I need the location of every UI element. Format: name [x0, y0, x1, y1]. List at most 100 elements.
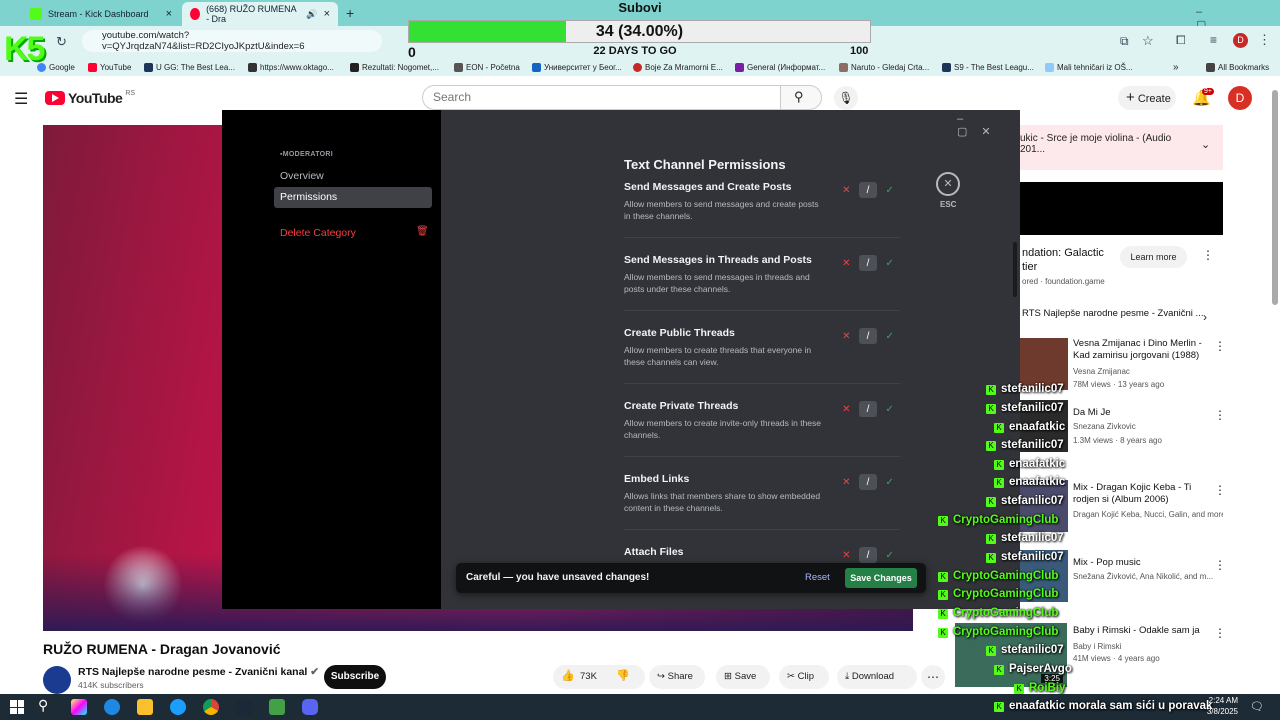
save-button[interactable]: ⊞ Save [716, 665, 770, 689]
deny-icon[interactable]: ✕ [837, 182, 856, 198]
ad-menu-icon[interactable]: ⋮ [1202, 248, 1214, 262]
new-tab-button[interactable]: + [346, 5, 354, 21]
file-explorer-icon[interactable] [137, 699, 153, 715]
bookmark-youtube[interactable]: YouTube [88, 62, 131, 72]
deny-icon[interactable]: ✕ [837, 401, 856, 417]
deny-icon[interactable]: ✕ [837, 255, 856, 271]
permission-toggle[interactable]: ✕ / ✓ [837, 328, 899, 344]
allow-icon[interactable]: ✓ [880, 474, 899, 490]
modal-scrollbar[interactable] [1013, 242, 1017, 297]
neutral-icon[interactable]: / [858, 401, 878, 417]
chrome-icon[interactable] [203, 699, 219, 715]
permission-toggle[interactable]: ✕ / ✓ [837, 547, 899, 563]
bookmark-eon[interactable]: EON - Početna [454, 62, 520, 72]
save-changes-button[interactable]: Save Changes [845, 568, 917, 588]
neutral-icon[interactable]: / [858, 255, 878, 271]
chevron-right-icon[interactable]: › [1203, 310, 1207, 324]
bookmark-oktagon[interactable]: https://www.oktago... [248, 62, 334, 72]
allow-icon[interactable]: ✓ [880, 182, 899, 198]
delete-category-button[interactable]: Delete Category [274, 223, 432, 244]
channel-name[interactable]: RTS Najlepše narodne pesme - Zvanični ka… [78, 666, 319, 678]
permission-toggle[interactable]: ✕ / ✓ [837, 255, 899, 271]
bookmark-boje[interactable]: Boje Za Mramorni E... [633, 62, 723, 72]
reco-title[interactable]: Da Mi Je [1073, 407, 1213, 418]
reset-button[interactable]: Reset [805, 572, 830, 583]
hamburger-menu-icon[interactable]: ☰ [14, 89, 28, 109]
subscribe-button[interactable]: Subscribe [324, 665, 386, 689]
profile-avatar[interactable]: D [1233, 33, 1248, 48]
copilot-icon[interactable] [71, 699, 87, 715]
close-tab-icon[interactable]: × [324, 8, 330, 20]
account-avatar[interactable]: D [1228, 86, 1252, 110]
discord-icon[interactable] [302, 699, 318, 715]
allow-icon[interactable]: ✓ [880, 401, 899, 417]
neutral-icon[interactable]: / [858, 328, 878, 344]
reco-menu-icon[interactable]: ⋮ [1214, 339, 1226, 353]
allow-icon[interactable]: ✓ [880, 255, 899, 271]
download-button[interactable]: ⤓ Download [837, 665, 917, 689]
reco-menu-icon[interactable]: ⋮ [1214, 558, 1226, 572]
ad-banner[interactable] [1020, 182, 1223, 235]
edge-icon[interactable] [104, 699, 120, 715]
close-settings-icon[interactable]: ✕ [936, 172, 960, 196]
search-icon[interactable]: ⚲ [38, 697, 48, 714]
mix-playlist-card[interactable]: ukic - Srce je moje violina - (Audio 201… [1020, 125, 1223, 170]
bookmark-s9[interactable]: S9 - The Best Leagu... [942, 62, 1034, 72]
reco-menu-icon[interactable]: ⋮ [1214, 626, 1226, 640]
sidebar-item-overview[interactable]: Overview [274, 166, 432, 187]
bookmark-univerzitet[interactable]: Университет у Беог... [532, 62, 622, 72]
tab-kick-dashboard[interactable]: Stream - Kick Dashboard × [22, 2, 180, 26]
bookmark-ugg[interactable]: U GG: The Best Lea... [144, 62, 235, 72]
extensions-icon[interactable]: ⧠ [1176, 33, 1186, 48]
bookmark-star-icon[interactable]: ☆ [1142, 33, 1154, 49]
voice-search-icon[interactable]: 🎙 [834, 86, 858, 110]
reading-list-icon[interactable]: ≡ [1210, 33, 1217, 47]
playlist-chip[interactable]: RTS Najlepše narodne pesme - Zvanični ..… [1022, 308, 1203, 319]
notification-center-icon[interactable]: 🗨 [1250, 700, 1264, 713]
reco-title[interactable]: Vesna Zmijanac i Dino Merlin - Kad zamir… [1073, 338, 1213, 362]
neutral-icon[interactable]: / [858, 474, 878, 490]
deny-icon[interactable]: ✕ [837, 547, 856, 563]
trash-icon[interactable]: 🗑 [416, 226, 429, 237]
browser-menu-icon[interactable]: ⋮ [1258, 32, 1271, 48]
share-button[interactable]: ↪ Share [649, 665, 705, 689]
search-button[interactable]: ⚲ [780, 85, 822, 110]
channel-avatar[interactable] [43, 666, 71, 694]
reco-menu-icon[interactable]: ⋮ [1214, 483, 1226, 497]
close-tab-icon[interactable]: × [166, 8, 172, 20]
taskbar-clock[interactable]: 2:24 AM 3/8/2025 [1206, 695, 1238, 717]
bookmark-mali-tehnicari[interactable]: Mali tehničari iz OŠ... [1045, 62, 1133, 72]
url-field[interactable]: youtube.com/watch?v=QYJrqdzaN74&list=RD2… [82, 30, 382, 52]
reco-title[interactable]: Baby i Rimski - Odakle sam ja [1073, 625, 1213, 636]
youtube-logo[interactable]: YouTube RS [45, 90, 135, 106]
permission-toggle[interactable]: ✕ / ✓ [837, 401, 899, 417]
all-bookmarks[interactable]: All Bookmarks [1206, 62, 1269, 72]
sidebar-item-permissions[interactable]: Permissions [274, 187, 432, 208]
permission-toggle[interactable]: ✕ / ✓ [837, 474, 899, 490]
bookmarks-overflow-icon[interactable]: » [1173, 62, 1179, 73]
reco-menu-icon[interactable]: ⋮ [1214, 408, 1226, 422]
bookmark-rezultati[interactable]: Rezultati: Nogomet,... [350, 62, 439, 72]
bookmark-general[interactable]: General (Информат... [735, 62, 825, 72]
allow-icon[interactable]: ✓ [880, 547, 899, 563]
neutral-icon[interactable]: / [858, 182, 878, 198]
reco-title[interactable]: Mix - Pop music [1073, 557, 1213, 568]
deny-icon[interactable]: ✕ [837, 474, 856, 490]
more-actions-icon[interactable]: ⋯ [921, 665, 945, 689]
reco-title[interactable]: Mix - Dragan Kojic Keba - Ti rodjen si (… [1073, 482, 1213, 506]
page-scrollbar[interactable] [1272, 90, 1278, 305]
permission-toggle[interactable]: ✕ / ✓ [837, 182, 899, 198]
allow-icon[interactable]: ✓ [880, 328, 899, 344]
modal-window-controls[interactable]: –▢✕ [957, 113, 1020, 138]
clip-button[interactable]: ✂ Clip [779, 665, 829, 689]
like-icon[interactable]: 👍 [561, 669, 575, 682]
reload-icon[interactable]: ↻ [56, 34, 67, 50]
steam-app-icon[interactable] [236, 699, 252, 715]
bookmark-naruto[interactable]: Naruto - Gledaj Crta... [839, 62, 929, 72]
neutral-icon[interactable]: / [858, 547, 878, 563]
learn-more-button[interactable]: Learn more [1120, 246, 1187, 268]
app-icon[interactable] [269, 699, 285, 715]
search-input[interactable]: Search [422, 85, 782, 110]
ad-title[interactable]: ndation: Galactic tier [1022, 246, 1122, 274]
steam-icon[interactable] [170, 699, 186, 715]
